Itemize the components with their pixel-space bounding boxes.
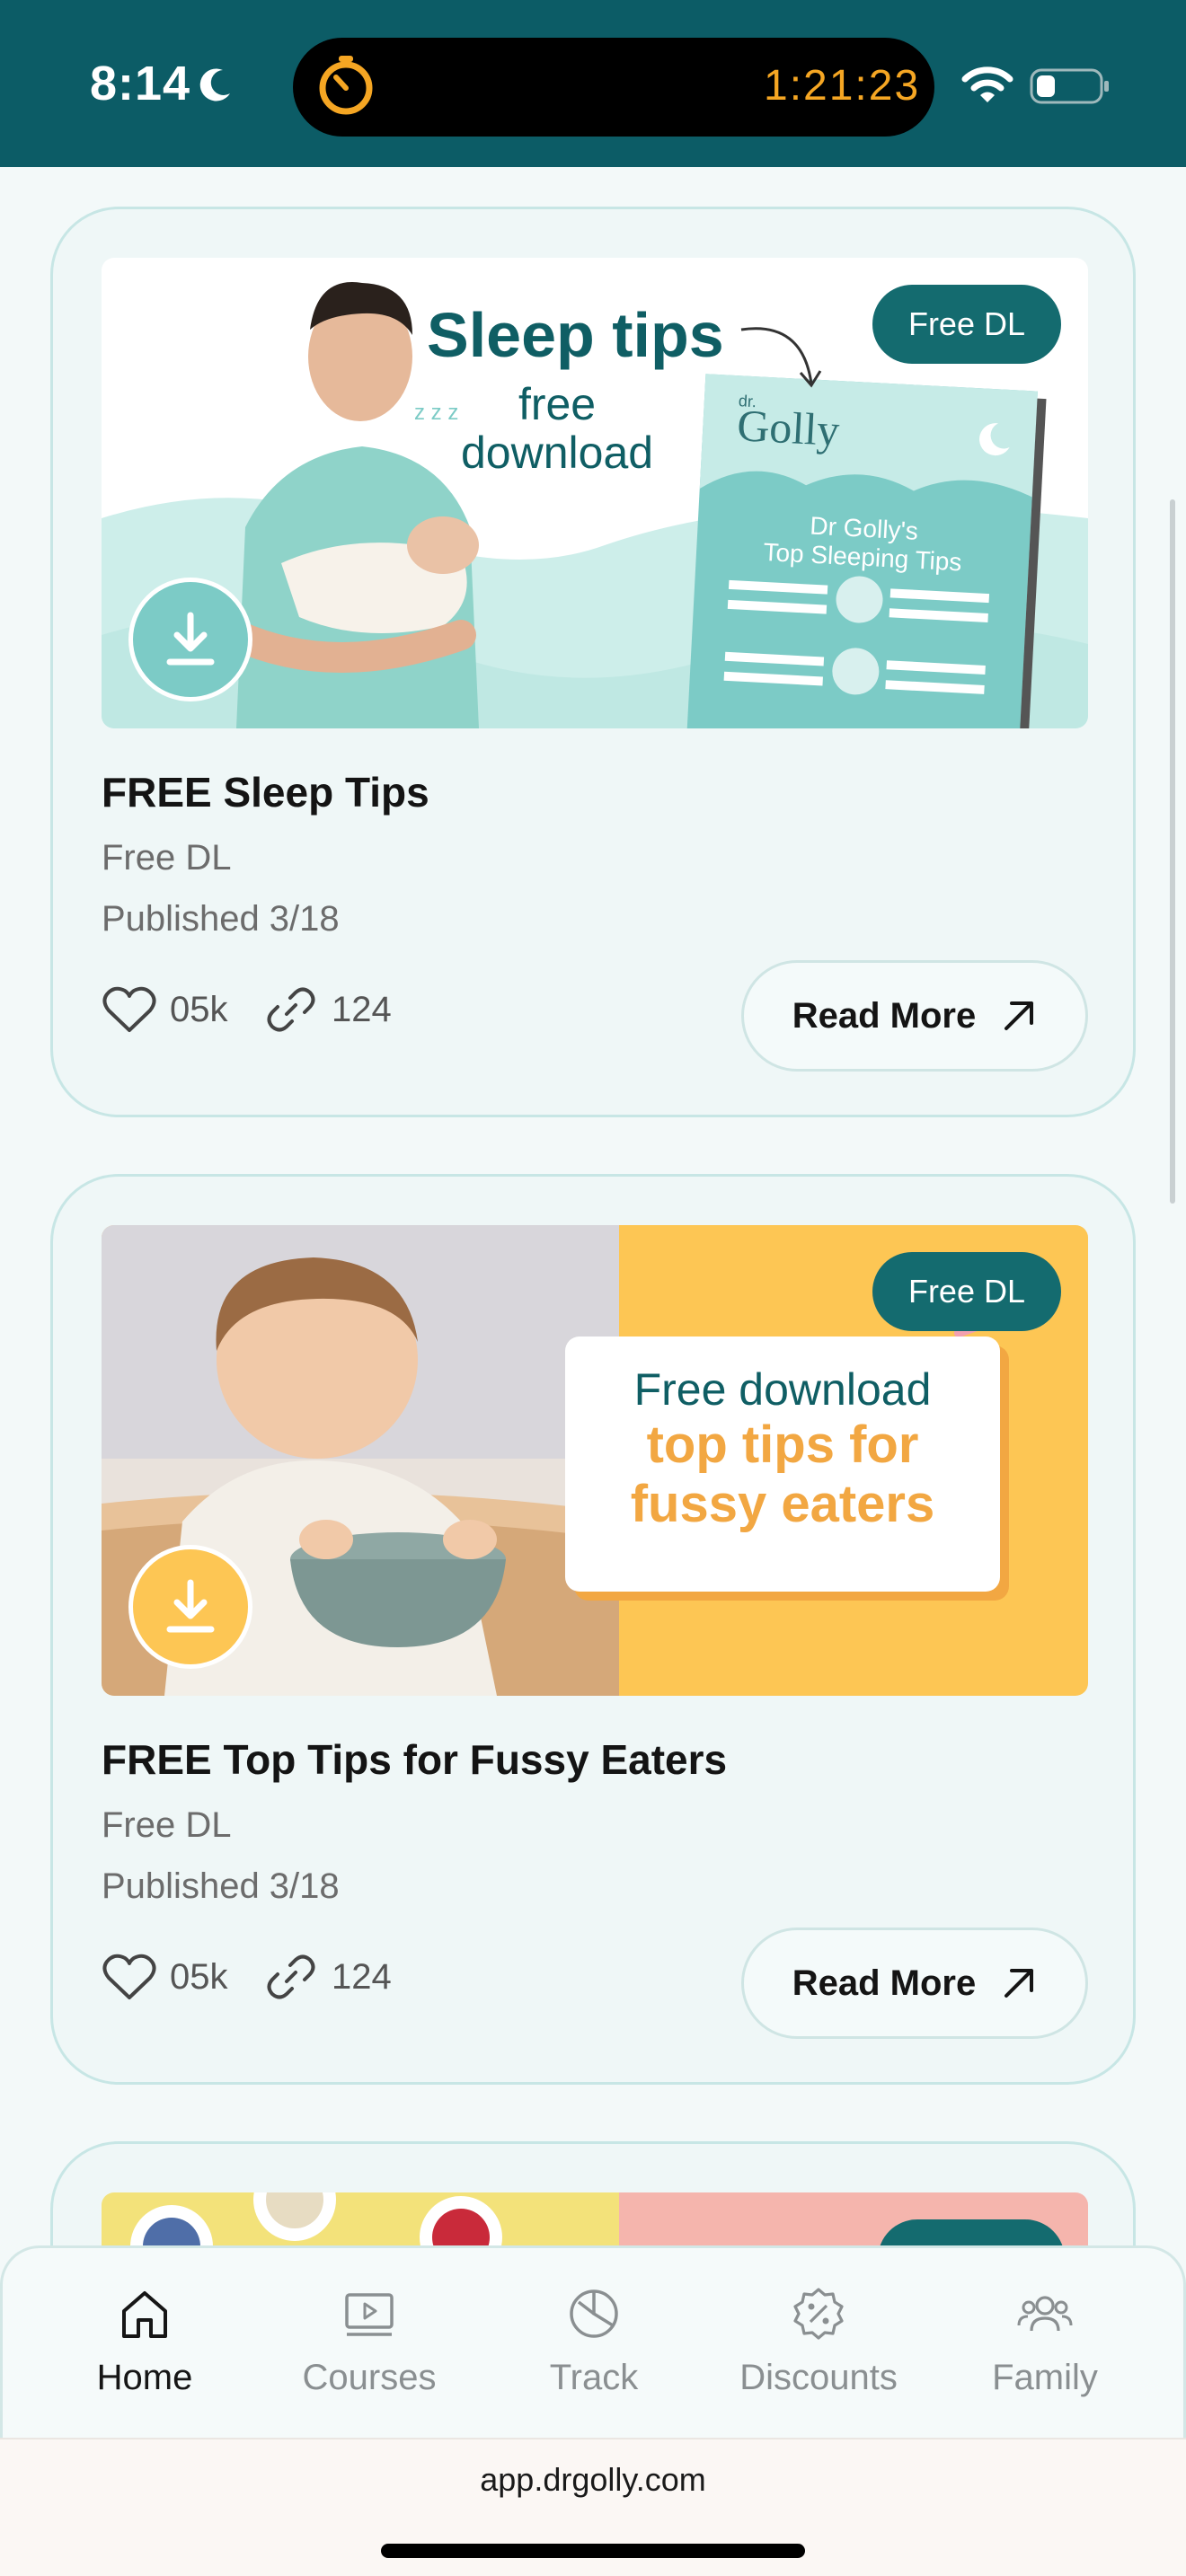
- status-bar: 8:14 1:21:23: [0, 0, 1186, 167]
- url-text[interactable]: app.drgolly.com: [0, 2461, 1186, 2499]
- card-banner[interactable]: Golly dr. Dr Golly's Top Sleeping Tips z…: [102, 258, 1088, 728]
- free-dl-badge: Free DL: [872, 285, 1061, 364]
- download-icon: [166, 612, 215, 666]
- card-title[interactable]: FREE Top Tips for Fussy Eaters: [102, 1735, 727, 1784]
- banner-callout: Free download top tips for fussy eaters: [565, 1337, 1000, 1592]
- nav-label: Family: [992, 2358, 1098, 2397]
- scrollbar[interactable]: [1170, 499, 1175, 1204]
- banner-subtitle-line: download: [461, 428, 654, 478]
- banner-line: top tips for: [646, 1416, 919, 1474]
- heart-icon: [102, 1954, 156, 1999]
- play-icon: [345, 2293, 394, 2336]
- nav-item-track[interactable]: Track: [495, 2286, 693, 2398]
- nav-label: Discounts: [739, 2358, 898, 2397]
- arrow-up-right-icon: [1005, 1969, 1034, 1998]
- download-icon: [166, 1579, 215, 1633]
- card-category: Free DL: [102, 1805, 232, 1845]
- nav-label: Courses: [302, 2358, 437, 2397]
- link-count: 124: [332, 989, 392, 1029]
- like-count: 05k: [170, 1956, 228, 1997]
- link-count: 124: [332, 1956, 392, 1997]
- like-button[interactable]: 05k: [102, 984, 228, 1036]
- nav-item-discounts[interactable]: Discounts: [720, 2286, 917, 2398]
- banner-subtitle: free download: [461, 380, 653, 477]
- heart-icon: [102, 986, 156, 1032]
- free-dl-badge: Free DL: [872, 1252, 1061, 1331]
- card-banner[interactable]: Free download top tips for fussy eaters …: [102, 1225, 1088, 1696]
- moon-icon: [199, 68, 230, 101]
- read-more-label: Read More: [792, 995, 977, 1036]
- timer-icon: [319, 56, 373, 115]
- discount-badge-icon: [793, 2288, 844, 2340]
- timer-readout: 1:21:23: [764, 62, 921, 110]
- like-button[interactable]: 05k: [102, 1951, 228, 2003]
- card-category: Free DL: [102, 838, 232, 878]
- nav-item-courses[interactable]: Courses: [270, 2286, 468, 2398]
- read-more-button[interactable]: Read More: [741, 960, 1088, 1072]
- home-indicator[interactable]: [381, 2544, 805, 2558]
- link-icon: [267, 1954, 315, 1999]
- bottom-nav: Home Courses Track Discounts Family: [0, 2245, 1186, 2438]
- browser-url-bar[interactable]: app.drgolly.com: [0, 2438, 1186, 2576]
- link-icon: [267, 987, 315, 1032]
- home-icon: [122, 2291, 167, 2338]
- article-card[interactable]: Free download top tips for fussy eaters …: [50, 1174, 1136, 2085]
- nav-item-family[interactable]: Family: [946, 2286, 1144, 2398]
- download-button[interactable]: [128, 578, 252, 701]
- banner-title: Sleep tips: [427, 300, 724, 370]
- card-title[interactable]: FREE Sleep Tips: [102, 768, 429, 816]
- svg-text:Dr Golly's: Dr Golly's: [810, 512, 919, 545]
- banner-line: fussy eaters: [630, 1475, 935, 1533]
- svg-text:z z z: z z z: [414, 401, 458, 425]
- status-time: 8:14: [90, 57, 191, 110]
- wifi-icon: [961, 66, 1013, 102]
- banner-subtitle-line: free: [518, 379, 597, 429]
- banner-line: Free download: [633, 1364, 932, 1415]
- arrow-up-right-icon: [1005, 1001, 1034, 1030]
- nav-label: Home: [96, 2358, 193, 2397]
- read-more-button[interactable]: Read More: [741, 1928, 1088, 2039]
- svg-text:dr.: dr.: [738, 392, 757, 410]
- family-icon: [1017, 2296, 1073, 2332]
- pie-chart-icon: [570, 2289, 618, 2338]
- article-card[interactable]: Golly dr. Dr Golly's Top Sleeping Tips z…: [50, 207, 1136, 1117]
- share-link-button[interactable]: 124: [263, 984, 392, 1036]
- nav-item-home[interactable]: Home: [46, 2286, 243, 2398]
- download-button[interactable]: [128, 1545, 252, 1669]
- card-published-date: Published 3/18: [102, 899, 340, 939]
- like-count: 05k: [170, 989, 228, 1029]
- share-link-button[interactable]: 124: [263, 1951, 392, 2003]
- read-more-label: Read More: [792, 1963, 977, 2003]
- card-published-date: Published 3/18: [102, 1866, 340, 1906]
- nav-label: Track: [549, 2358, 639, 2397]
- battery-icon: [1030, 68, 1109, 104]
